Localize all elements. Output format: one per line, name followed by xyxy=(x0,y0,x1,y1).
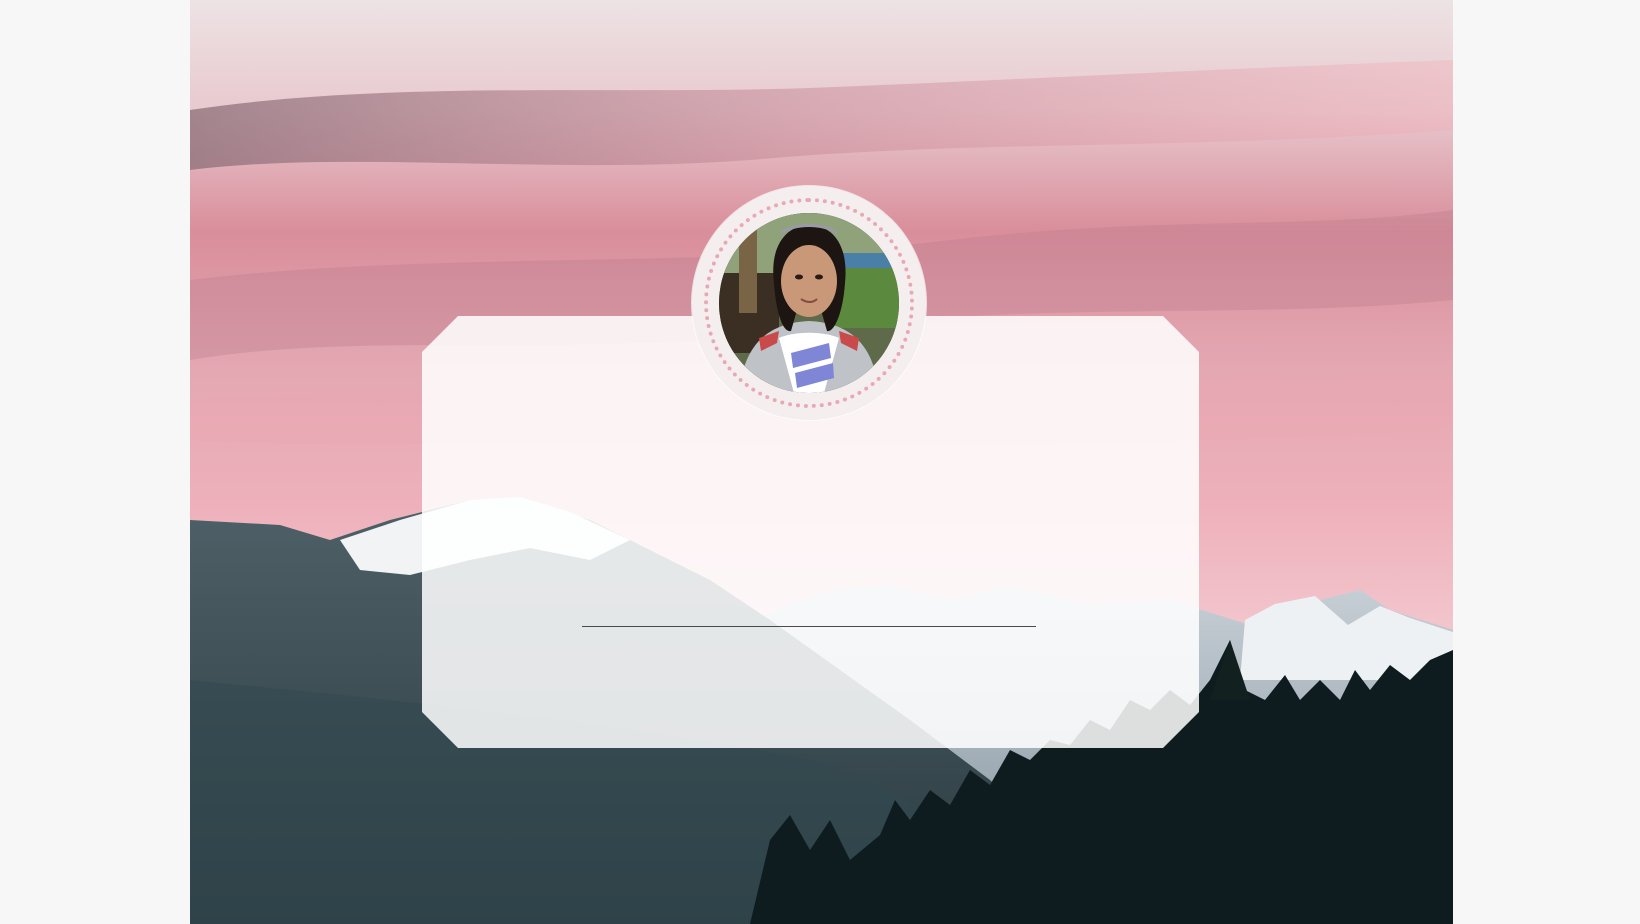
profile-photo-image xyxy=(719,213,899,393)
signature-line xyxy=(582,626,1036,627)
avatar-frame xyxy=(692,186,926,420)
avatar xyxy=(719,213,899,393)
page xyxy=(0,0,1640,924)
